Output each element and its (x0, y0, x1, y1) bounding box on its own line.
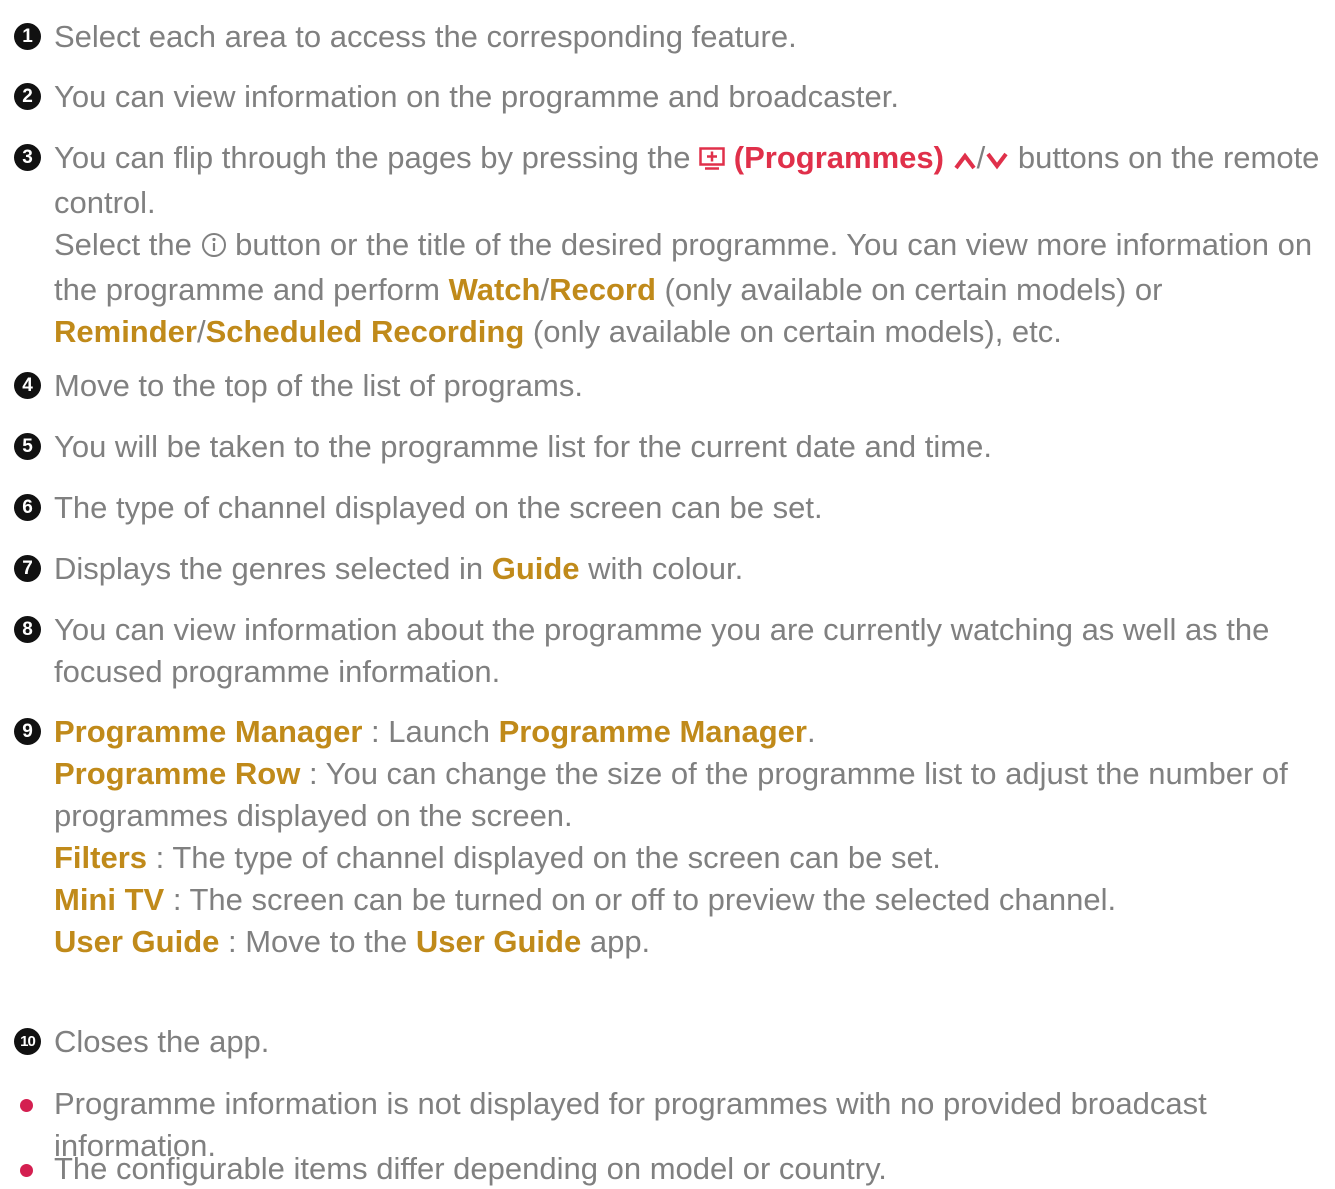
menu-row-user-guide: User Guide : Move to the User Guide app. (54, 924, 651, 959)
number-badge: 1 (14, 23, 41, 50)
item-text: The type of channel displayed on the scr… (54, 490, 823, 525)
chevron-up-icon (953, 140, 977, 182)
number-badge: 3 (14, 144, 41, 171)
item-text: You will be taken to the programme list … (54, 429, 992, 464)
number-badge: 8 (14, 616, 41, 643)
bullet-icon (20, 1099, 33, 1112)
item-text: Programme Manager : Launch Programme Man… (54, 711, 1335, 963)
menu-row-programme-manager: Programme Manager : Launch Programme Man… (54, 714, 816, 749)
item-text: Move to the top of the list of programs. (54, 368, 583, 403)
number-badge: 9 (14, 718, 41, 745)
number-badge: 7 (14, 555, 41, 582)
guide-link-text: Guide (491, 551, 580, 586)
item-text: You can flip through the pages by pressi… (54, 140, 1320, 349)
item-text: Closes the app. (54, 1024, 270, 1059)
item-text: Select each area to access the correspon… (54, 19, 797, 54)
number-badge: 10 (14, 1028, 41, 1055)
item-text: Displays the genres selected in Guide wi… (54, 551, 744, 586)
item-text: You can view information about the progr… (54, 612, 1270, 689)
chevron-down-icon (985, 140, 1009, 182)
bullet-icon (20, 1164, 33, 1177)
programmes-label: (Programmes) (733, 140, 944, 175)
note-text: The configurable items differ depending … (54, 1151, 887, 1186)
number-badge: 2 (14, 83, 41, 110)
menu-row-programme-row: Programme Row : You can change the size … (54, 756, 1288, 833)
number-badge: 6 (14, 494, 41, 521)
item-text: You can view information on the programm… (54, 79, 899, 114)
info-icon (201, 227, 227, 269)
menu-row-mini-tv: Mini TV : The screen can be turned on or… (54, 882, 1117, 917)
programmes-icon (699, 140, 725, 182)
menu-row-filters: Filters : The type of channel displayed … (54, 840, 941, 875)
number-badge: 5 (14, 433, 41, 460)
number-badge: 4 (14, 372, 41, 399)
